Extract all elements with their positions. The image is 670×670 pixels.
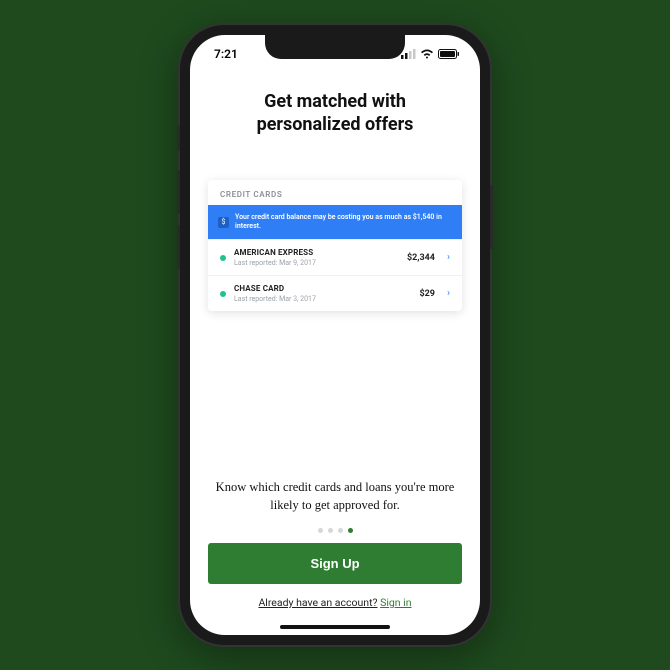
cellular-icon (401, 49, 416, 59)
wifi-icon (420, 49, 434, 59)
credit-cards-card: CREDIT CARDS $ Your credit card balance … (208, 180, 462, 311)
sign-in-question: Already have an account? (258, 596, 377, 609)
status-right (401, 49, 460, 59)
chevron-right-icon: › (447, 252, 450, 263)
home-indicator[interactable] (280, 625, 390, 629)
account-amount: $29 (419, 289, 435, 299)
dollar-icon: $ (218, 217, 229, 228)
phone-side-button (177, 225, 180, 269)
sign-up-button[interactable]: Sign Up (208, 543, 462, 584)
account-name: AMERICAN EXPRESS (234, 248, 399, 257)
status-dot-icon (220, 291, 226, 297)
phone-side-button (490, 185, 493, 249)
phone-side-button (177, 125, 180, 151)
account-row[interactable]: CHASE CARD Last reported: Mar 3, 2017 $2… (208, 275, 462, 311)
status-time: 7:21 (214, 47, 238, 61)
sign-in-prompt: Already have an account? Sign in (208, 596, 462, 609)
pager-dot[interactable] (318, 528, 323, 533)
page-subtext: Know which credit cards and loans you're… (208, 479, 462, 514)
account-name: CHASE CARD (234, 284, 411, 293)
screen: 7:21 Get matched with personalized offer… (190, 35, 480, 635)
sign-in-link[interactable]: Sign in (380, 596, 411, 609)
onboarding-content: Get matched with personalized offers CRE… (190, 73, 480, 635)
account-main: AMERICAN EXPRESS Last reported: Mar 9, 2… (234, 248, 399, 267)
phone-frame: 7:21 Get matched with personalized offer… (180, 25, 490, 645)
account-amount: $2,344 (407, 253, 435, 263)
chevron-right-icon: › (447, 288, 450, 299)
page-indicator (208, 528, 462, 533)
headline-line: personalized offers (257, 114, 414, 135)
card-header: CREDIT CARDS (208, 180, 462, 205)
banner-text: Your credit card balance may be costing … (235, 213, 452, 231)
account-row[interactable]: AMERICAN EXPRESS Last reported: Mar 9, 2… (208, 239, 462, 275)
pager-dot[interactable] (348, 528, 353, 533)
headline-line: Get matched with (264, 91, 406, 112)
insight-banner[interactable]: $ Your credit card balance may be costin… (208, 205, 462, 239)
account-sub: Last reported: Mar 3, 2017 (234, 295, 411, 303)
status-dot-icon (220, 255, 226, 261)
battery-icon (438, 49, 460, 59)
pager-dot[interactable] (328, 528, 333, 533)
pager-dot[interactable] (338, 528, 343, 533)
account-sub: Last reported: Mar 9, 2017 (234, 259, 399, 267)
notch (265, 35, 405, 59)
account-main: CHASE CARD Last reported: Mar 3, 2017 (234, 284, 411, 303)
phone-side-button (177, 170, 180, 214)
page-title: Get matched with personalized offers (208, 91, 462, 136)
